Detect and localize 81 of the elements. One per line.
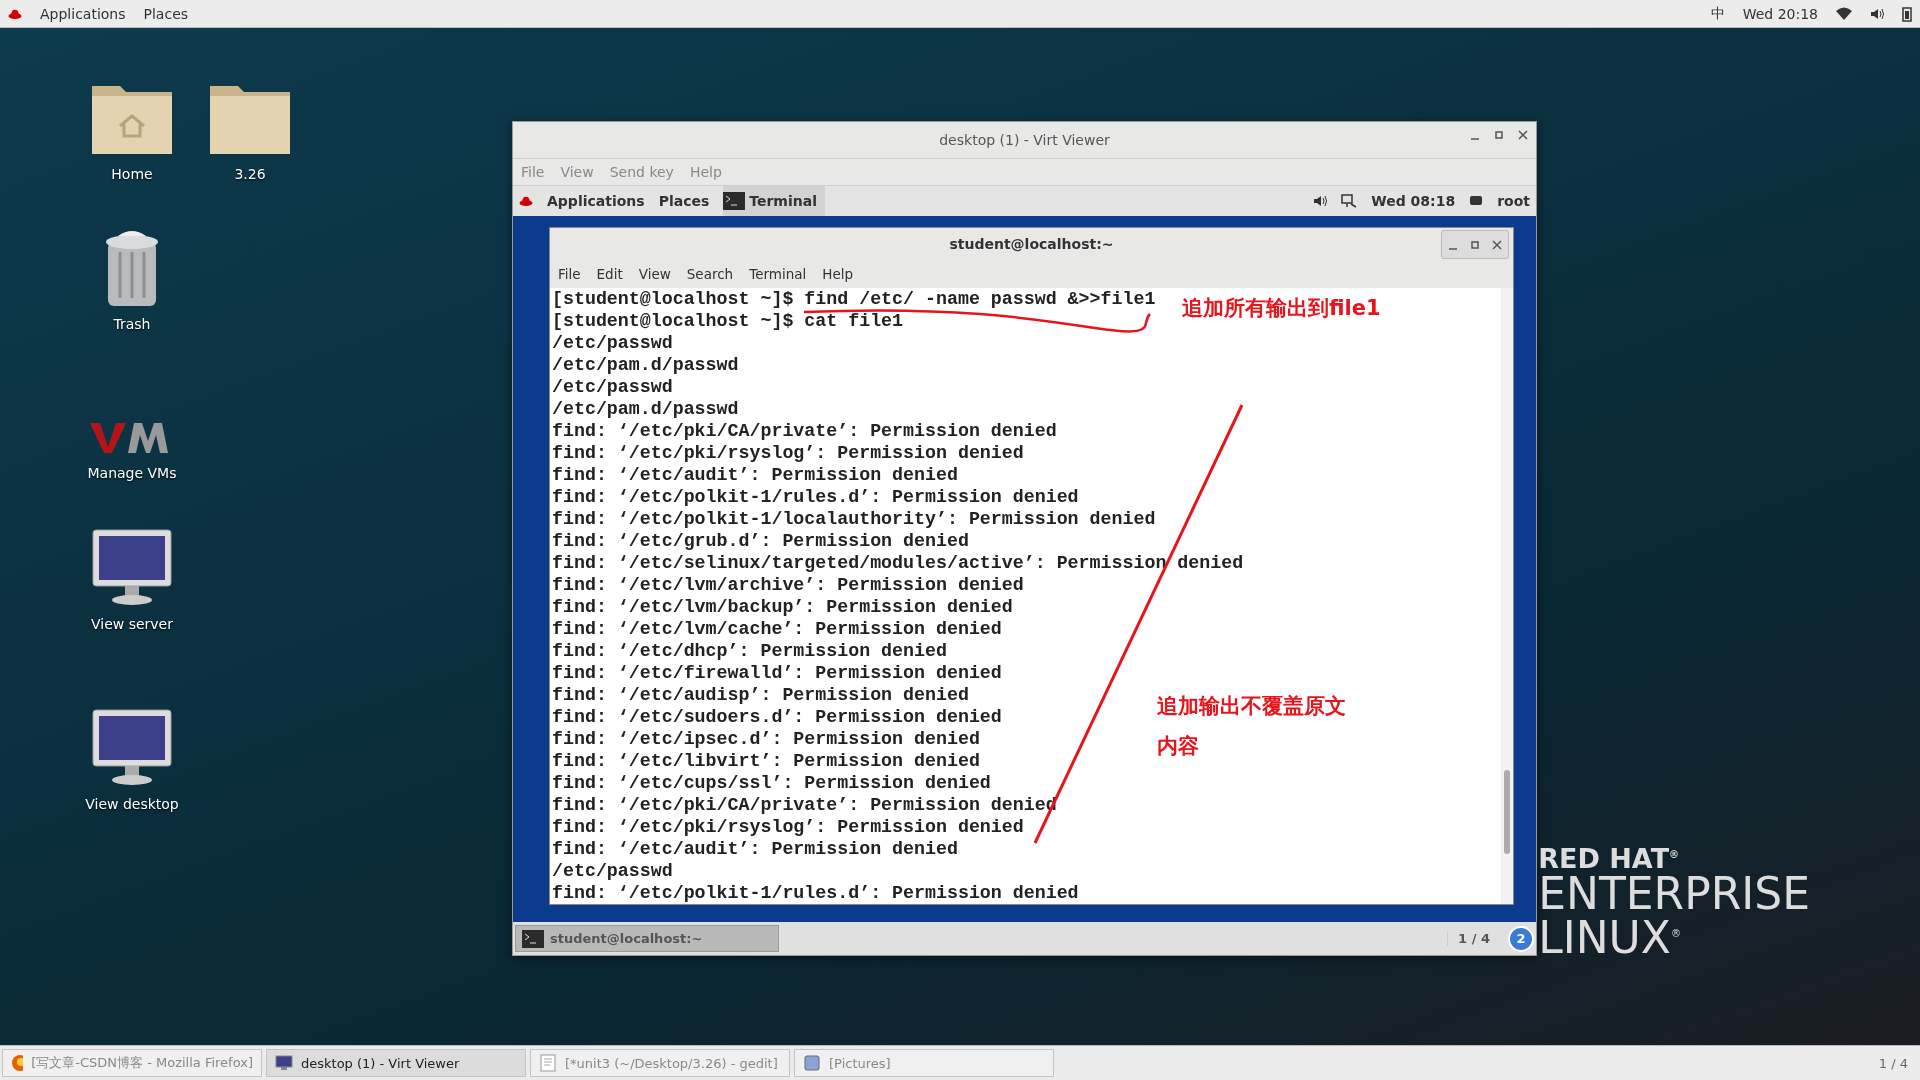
terminal-line: find: ‘/etc/selinux/targeted/modules/active’: Permission denied — [552, 552, 1244, 574]
window-title: desktop (1) - Virt Viewer — [939, 132, 1110, 148]
terminal-line: find: ‘/etc/sudoers.d’: Permission denied — [552, 706, 1002, 728]
clock[interactable]: Wed 08:18 — [1371, 193, 1456, 209]
terminal-line: /etc/passwd — [552, 860, 673, 882]
desktop-icon-label[interactable]: Home — [111, 166, 153, 182]
terminal-line: find: ‘/etc/pki/CA/private’: Permission denied — [552, 420, 1057, 442]
monitor-icon — [275, 1054, 293, 1072]
terminal-line: find: ‘/etc/lvm/cache’: Permission denied — [552, 618, 1002, 640]
desktop-icon-label[interactable]: 3.26 — [234, 166, 266, 182]
desktop-icon-label[interactable]: Trash — [113, 316, 151, 332]
terminal-line: find: ‘/etc/grub.d’: Permission denied — [552, 530, 969, 552]
terminal-line: find: ‘/etc/ipsec.d’: Permission denied — [552, 728, 980, 750]
close-icon[interactable] — [1492, 240, 1502, 250]
annotation-text: 追加所有输出到file1 — [1182, 295, 1381, 322]
menu-item[interactable]: File — [558, 266, 581, 282]
terminal-line: find: ‘/etc/libvirt’: Permission denied — [552, 750, 980, 772]
terminal-line: find: ‘/etc/audit’: Permission denied — [552, 838, 958, 860]
terminal-line: /etc/passwd — [552, 332, 673, 354]
desktop-icon-label[interactable]: View desktop — [85, 796, 179, 812]
menu-item[interactable]: Help — [822, 266, 854, 282]
desktop-icon-label[interactable]: Manage VMs — [87, 465, 177, 481]
terminal-line: find: ‘/etc/dhcp’: Permission denied — [552, 640, 947, 662]
terminal-line: find: ‘/etc/audit’: Permission denied — [552, 464, 958, 486]
terminal-line: find: ‘/etc/cups/ssl’: Permission denied — [552, 772, 991, 794]
network-icon[interactable] — [1341, 194, 1358, 208]
top-menu-item[interactable]: Places — [143, 5, 189, 22]
menu-item[interactable]: View — [638, 266, 671, 282]
logo-text: ENTERPRISE — [1538, 872, 1810, 916]
terminal-line: find: ‘/etc/polkit-1/localauthority’: Permission denied — [552, 508, 1156, 530]
top-menu-item[interactable]: Applications — [547, 193, 645, 209]
terminal-task-button[interactable]: student@localhost:~ — [515, 925, 779, 952]
logo-text: LINUX$^{®}$ — [1538, 916, 1682, 960]
top-menu-item[interactable]: Applications — [40, 5, 126, 22]
terminal-task-button[interactable]: Terminal — [723, 186, 825, 216]
hat-icon — [519, 194, 533, 208]
terminal-line: [student@localhost ~]$ find /etc/ -name passwd &>>file1 — [552, 288, 1156, 310]
top-menu-item[interactable]: Places — [658, 193, 710, 209]
menu-item[interactable]: Terminal — [749, 266, 807, 282]
menu-item[interactable]: Edit — [596, 266, 623, 282]
browser-icon — [11, 1054, 24, 1072]
battery-icon[interactable] — [1902, 5, 1912, 22]
terminal-line: find: ‘/etc/pki/rsyslog’: Permission denied — [552, 816, 1024, 838]
scrollbar[interactable] — [1501, 288, 1513, 904]
terminal-line: /etc/passwd — [552, 376, 673, 398]
notification-badge[interactable]: 2 — [1508, 925, 1534, 952]
input-method-indicator[interactable]: 中 — [1710, 4, 1725, 23]
wifi-icon[interactable] — [1836, 6, 1852, 21]
window-title: student@localhost:~ — [949, 236, 1114, 252]
terminal-line: find: ‘/etc/lvm/archive’: Permission denied — [552, 574, 1024, 596]
volume-icon — [1313, 194, 1328, 208]
workspace-indicator[interactable]: 1 / 4 — [1447, 931, 1500, 946]
terminal-icon — [723, 192, 746, 210]
file-manager-icon — [803, 1054, 821, 1072]
text-editor-icon — [539, 1054, 557, 1072]
terminal-line: [student@localhost ~]$ cat file1 — [552, 310, 904, 332]
close-icon[interactable] — [1518, 130, 1528, 140]
terminal-line: find: ‘/etc/lvm/backup’: Permission denied — [552, 596, 1013, 618]
user-icon[interactable] — [1469, 194, 1484, 208]
terminal-icon — [522, 929, 544, 948]
maximize-icon[interactable] — [1494, 130, 1504, 140]
logo-text: RED HAT$^{®}$ — [1538, 845, 1681, 872]
user-menu[interactable]: root — [1497, 193, 1530, 209]
maximize-icon[interactable] — [1470, 240, 1480, 250]
terminal-line: /etc/pam.d/passwd — [552, 398, 739, 420]
terminal-line: find: ‘/etc/polkit-1/rules.d’: Permission denied — [552, 486, 1079, 508]
clock[interactable]: Wed 20:18 — [1742, 5, 1818, 22]
monitor-icon[interactable] — [91, 708, 173, 788]
taskbar-item[interactable]: desktop (1) - Virt Viewer — [266, 1049, 526, 1077]
workspace-indicator[interactable]: 1 / 4 — [1878, 1055, 1908, 1071]
terminal-line: /etc/pam.d/passwd — [552, 354, 739, 376]
menu-item[interactable]: Search — [686, 266, 734, 282]
terminal-line: find: ‘/etc/audisp’: Permission denied — [552, 684, 969, 706]
terminal-line: find: ‘/etc/pki/rsyslog’: Permission denied — [552, 442, 1024, 464]
terminal-line: find: ‘/etc/polkit-1/rules.d’: Permission denied — [552, 882, 1079, 904]
monitor-icon[interactable] — [91, 528, 173, 608]
annotation-text: 内容 — [1157, 733, 1199, 760]
volume-icon — [1870, 6, 1884, 21]
terminal-line: find: ‘/etc/firewalld’: Permission denied — [552, 662, 1002, 684]
annotation-text: 追加输出不覆盖原文 — [1157, 693, 1346, 720]
desktop-icon-label[interactable]: View server — [91, 616, 173, 632]
